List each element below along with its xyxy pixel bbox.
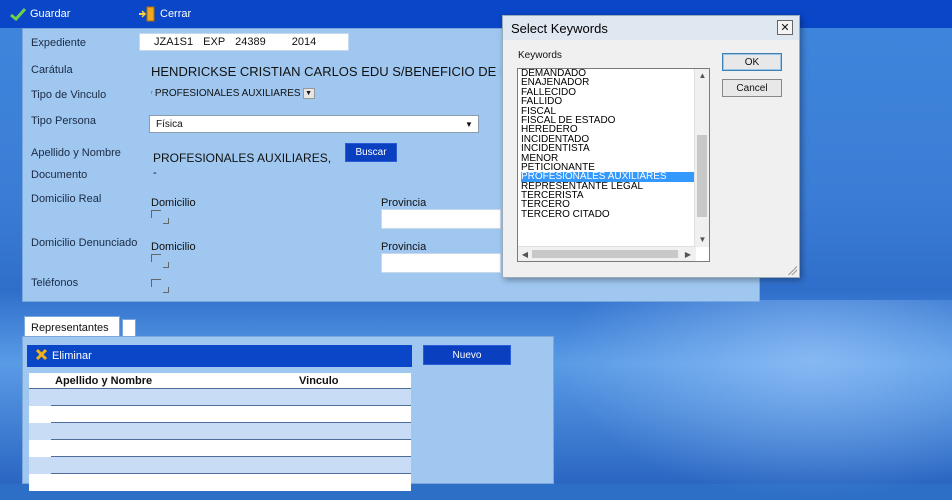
tipo-vinculo-value: PROFESIONALES AUXILIARES bbox=[154, 87, 301, 99]
table-row-line bbox=[51, 389, 411, 406]
domicilio-denunciado-label: Domicilio Denunciado bbox=[31, 237, 138, 249]
expediente-exp: EXP bbox=[203, 36, 226, 48]
apellido-value: PROFESIONALES AUXILIARES, bbox=[153, 151, 332, 165]
cerrar-button[interactable]: Cerrar bbox=[138, 6, 191, 22]
table-row[interactable] bbox=[29, 423, 411, 440]
dropdown-arrow-icon[interactable]: ▼ bbox=[302, 87, 315, 99]
table-row-line bbox=[51, 440, 411, 457]
close-icon[interactable]: ✕ bbox=[777, 20, 793, 35]
background-glow bbox=[560, 300, 952, 500]
column-header-vinculo: Vinculo bbox=[299, 374, 339, 387]
guardar-button[interactable]: Guardar bbox=[10, 6, 70, 22]
scroll-up-icon[interactable]: ▲ bbox=[695, 69, 709, 81]
tipo-persona-value: Física bbox=[156, 118, 183, 130]
scroll-left-icon[interactable]: ◀ bbox=[519, 248, 531, 260]
tipo-persona-select[interactable]: Física ▼ bbox=[149, 115, 479, 133]
telefonos-label: Teléfonos bbox=[31, 277, 79, 289]
tipo-persona-label: Tipo Persona bbox=[31, 115, 97, 127]
vertical-scrollbar[interactable]: ▲ ▼ bbox=[694, 69, 709, 247]
representantes-table: Apellido y Nombre Vinculo bbox=[29, 373, 411, 491]
guardar-label: Guardar bbox=[30, 8, 71, 20]
domicilio-denunciado-sub-label: Domicilio bbox=[151, 241, 196, 253]
column-header-apellido: Apellido y Nombre bbox=[55, 374, 153, 387]
exit-door-icon bbox=[138, 6, 156, 22]
provincia-real-label: Provincia bbox=[381, 197, 427, 209]
dialog-titlebar[interactable]: Select Keywords bbox=[503, 16, 799, 40]
buscar-button[interactable]: Buscar bbox=[345, 143, 397, 162]
documento-value: - bbox=[153, 167, 157, 179]
select-keywords-dialog: Select Keywords ✕ Keywords DEMANDADO ENAJ… bbox=[502, 15, 800, 278]
resize-grip-icon[interactable] bbox=[787, 265, 797, 275]
expediente-field: JZA1S1 EXP 24389 2014 bbox=[139, 33, 349, 51]
provincia-denunciado-label: Provincia bbox=[381, 241, 427, 253]
checkmark-icon bbox=[10, 7, 26, 21]
keywords-listbox[interactable]: DEMANDADO ENAJENADOR FALLECIDO FALLIDO FISCA… bbox=[517, 68, 710, 262]
domicilio-real-edit-icon[interactable] bbox=[151, 210, 169, 224]
table-row[interactable] bbox=[29, 389, 411, 406]
horizontal-scrollbar[interactable]: ◀ ▶ bbox=[518, 246, 696, 261]
ok-button[interactable]: OK bbox=[722, 53, 782, 71]
domicilio-real-sub-label: Domicilio bbox=[151, 197, 196, 209]
table-row[interactable] bbox=[29, 440, 411, 457]
domicilio-denunciado-edit-icon[interactable] bbox=[151, 254, 169, 268]
caratula-label: Carátula bbox=[31, 64, 73, 76]
scroll-right-icon[interactable]: ▶ bbox=[682, 248, 694, 260]
toolbar: Guardar Cerrar bbox=[0, 0, 952, 28]
provincia-real-input[interactable] bbox=[381, 209, 501, 229]
table-row[interactable] bbox=[29, 474, 411, 491]
tab-representantes[interactable]: Representantes bbox=[24, 316, 120, 338]
corner-mark-icon: ʳ bbox=[151, 88, 153, 98]
representantes-panel: Eliminar Nuevo Apellido y Nombre Vinculo bbox=[22, 336, 554, 491]
caratula-value: HENDRICKSE CRISTIAN CARLOS EDU S/BENEFIC… bbox=[151, 64, 501, 79]
cancel-button[interactable]: Cancel bbox=[722, 79, 782, 97]
table-header: Apellido y Nombre Vinculo bbox=[29, 373, 411, 389]
table-row[interactable] bbox=[29, 457, 411, 474]
provincia-denunciado-input[interactable] bbox=[381, 253, 501, 273]
table-row[interactable] bbox=[29, 406, 411, 423]
table-row-line bbox=[51, 423, 411, 440]
expediente-number: 24389 bbox=[235, 36, 266, 48]
expediente-code: JZA1S1 bbox=[154, 36, 194, 48]
dialog-title: Select Keywords bbox=[511, 20, 608, 36]
nuevo-button[interactable]: Nuevo bbox=[423, 345, 511, 365]
documento-label: Documento bbox=[31, 169, 88, 181]
scroll-thumb[interactable] bbox=[697, 135, 707, 217]
eliminar-button[interactable]: Eliminar bbox=[35, 348, 92, 364]
table-row-line bbox=[51, 457, 411, 474]
eliminar-label: Eliminar bbox=[52, 350, 92, 362]
cerrar-label: Cerrar bbox=[160, 8, 192, 20]
telefonos-edit-icon[interactable] bbox=[151, 279, 169, 293]
apellido-label: Apellido y Nombre bbox=[31, 147, 121, 159]
expediente-label: Expediente bbox=[31, 37, 87, 49]
hscroll-thumb[interactable] bbox=[532, 250, 678, 258]
tipo-vinculo-combo[interactable]: ʳ PROFESIONALES AUXILIARES ▼ bbox=[151, 85, 315, 101]
chevron-down-icon[interactable]: ▼ bbox=[462, 118, 476, 130]
scroll-down-icon[interactable]: ▼ bbox=[695, 233, 709, 245]
keyword-list-item[interactable]: TERCERO CITADO bbox=[521, 209, 696, 219]
keywords-items: DEMANDADO ENAJENADOR FALLECIDO FALLIDO FISCA… bbox=[518, 69, 696, 220]
domicilio-real-label: Domicilio Real bbox=[31, 193, 102, 205]
table-row-line bbox=[51, 474, 411, 491]
keywords-label: Keywords bbox=[518, 50, 562, 61]
table-row-line bbox=[51, 406, 411, 423]
delete-x-icon bbox=[35, 348, 48, 364]
representantes-toolbar: Eliminar bbox=[27, 345, 412, 367]
tipo-vinculo-label: Tipo de Vinculo bbox=[31, 89, 107, 101]
expediente-year: 2014 bbox=[291, 36, 317, 48]
